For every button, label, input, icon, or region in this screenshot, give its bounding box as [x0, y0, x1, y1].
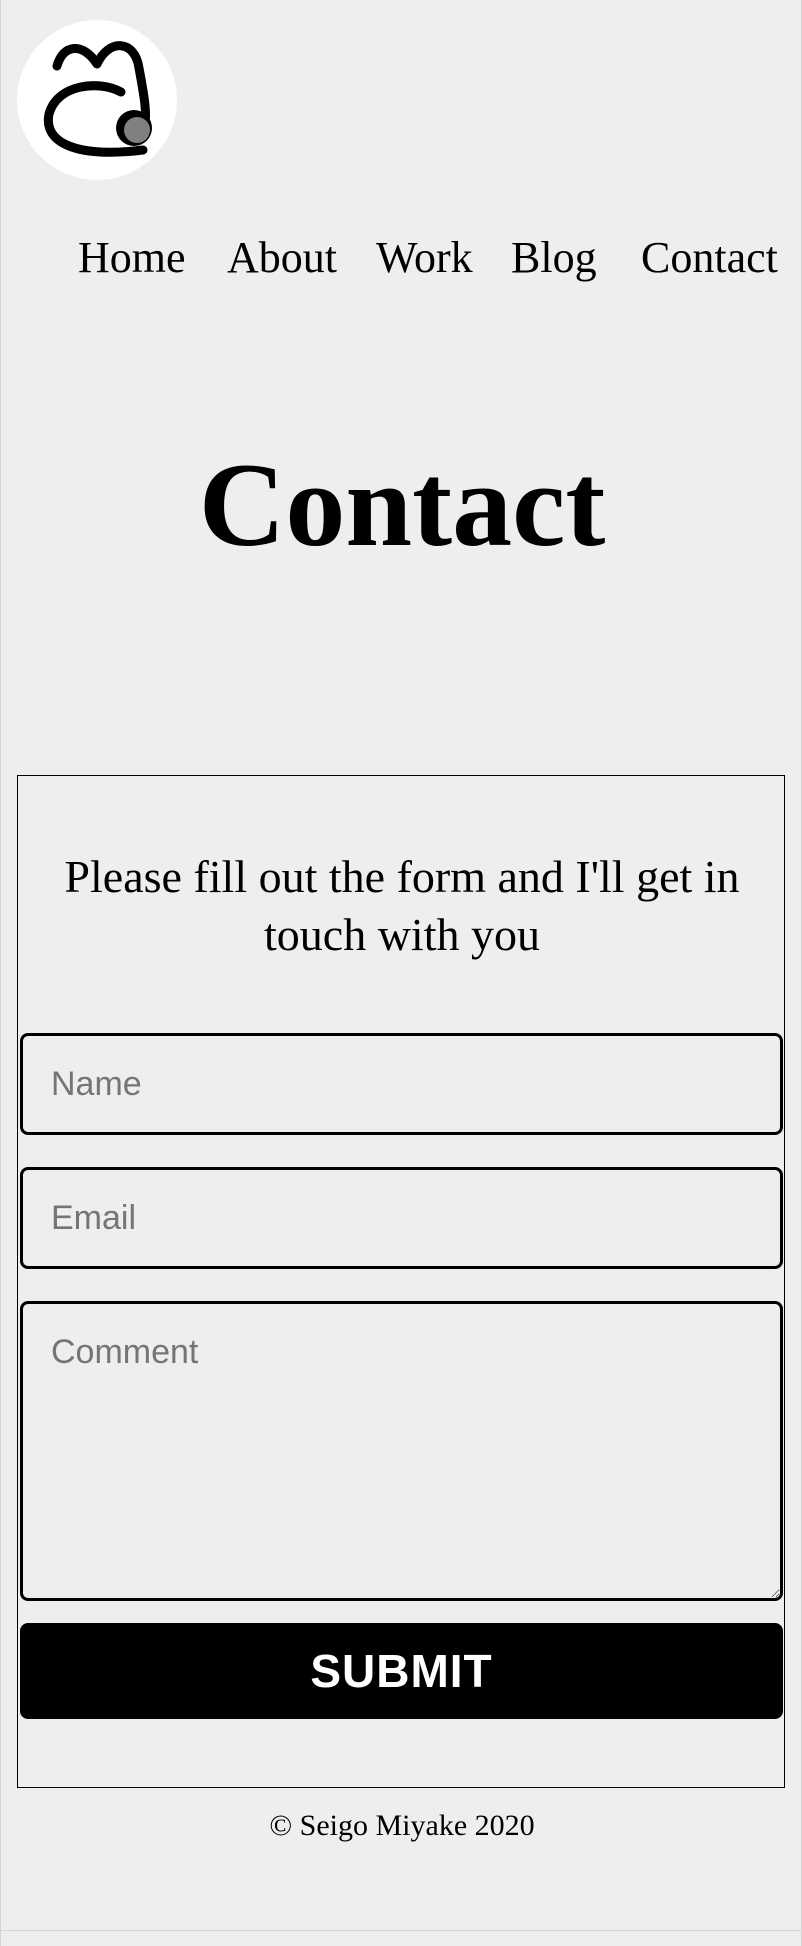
nav-link-work[interactable]: Work: [376, 228, 473, 288]
main-nav: Home About Work Blog Contact: [1, 228, 802, 288]
nav-link-contact[interactable]: Contact: [641, 228, 778, 288]
nav-link-about[interactable]: About: [227, 228, 337, 288]
footer-copyright: © Seigo Miyake 2020: [269, 1809, 535, 1842]
email-input[interactable]: [20, 1167, 783, 1269]
page-title: Contact: [198, 438, 606, 571]
name-input[interactable]: [20, 1033, 783, 1135]
page: Home About Work Blog Contact Contact Ple…: [0, 0, 802, 1946]
form-intro-text: Please fill out the form and I'll get in…: [64, 851, 740, 960]
nav-link-blog[interactable]: Blog: [511, 228, 597, 288]
submit-button[interactable]: SUBMIT: [20, 1623, 783, 1719]
bottom-divider: [1, 1930, 802, 1931]
stylized-m-logo-icon: [43, 41, 152, 157]
comment-textarea[interactable]: [20, 1301, 783, 1601]
nav-link-home[interactable]: Home: [78, 228, 186, 288]
site-logo[interactable]: [17, 20, 177, 180]
contact-form: Please fill out the form and I'll get in…: [17, 775, 785, 1788]
